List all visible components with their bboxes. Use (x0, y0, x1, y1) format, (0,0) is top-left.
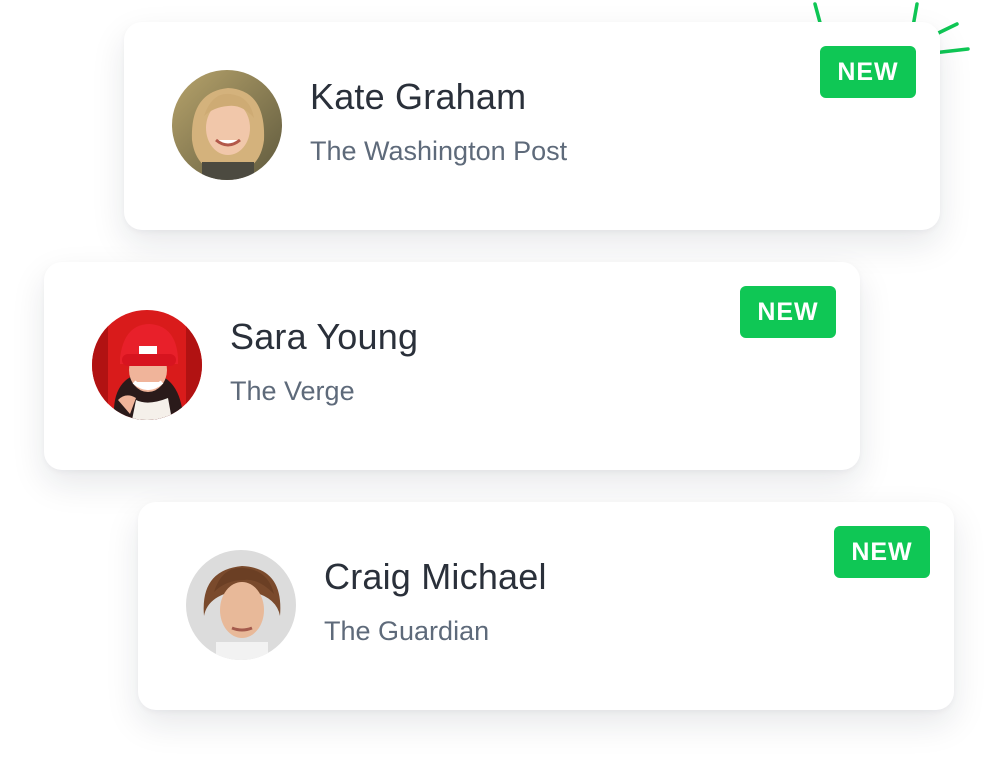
person-outlet: The Washington Post (310, 136, 568, 166)
person-name: Sara Young (230, 316, 419, 357)
avatar (172, 70, 282, 180)
person-card[interactable]: Kate Graham The Washington Post NEW (124, 22, 940, 230)
person-outlet: The Verge (230, 376, 355, 406)
new-badge: NEW (820, 46, 916, 98)
avatar (186, 550, 296, 660)
person-name: Craig Michael (324, 556, 547, 597)
avatar (92, 310, 202, 420)
person-name: Kate Graham (310, 76, 527, 117)
person-outlet: The Guardian (324, 616, 490, 646)
new-badge: NEW (740, 286, 836, 338)
person-card[interactable]: Sara Young The Verge NEW (44, 262, 860, 470)
person-card[interactable]: Craig Michael The Guardian NEW (138, 502, 954, 710)
new-badge: NEW (834, 526, 930, 578)
